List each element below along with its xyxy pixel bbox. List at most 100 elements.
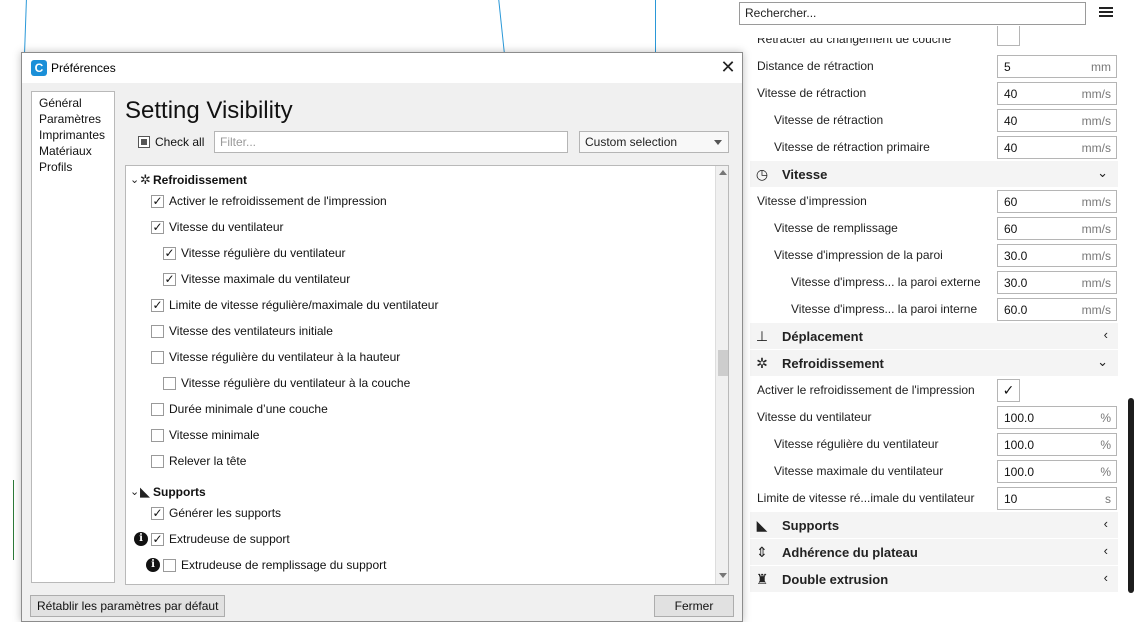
panel-scrollbar[interactable] — [1128, 398, 1134, 593]
setting-field[interactable]: 100.0% — [997, 460, 1117, 483]
setting-label: Vitesse d'impress... la paroi externe — [791, 275, 981, 289]
list-item[interactable]: Vitesse des ventilateurs initiale — [126, 319, 714, 345]
visibility-checkbox[interactable]: ✓ — [151, 221, 164, 234]
setting-label: Vitesse de rétraction primaire — [774, 140, 930, 154]
dialog-titlebar[interactable]: C Préférences ✕ — [22, 53, 742, 83]
field-value: 60 — [1004, 222, 1018, 236]
visibility-checkbox[interactable] — [163, 559, 176, 572]
list-item-label: Générer les supports — [169, 506, 282, 520]
setting-row: Vitesse de rétraction 40 mm/s — [738, 80, 1118, 107]
checkbox-box — [138, 136, 150, 148]
visibility-checkbox[interactable]: ✓ — [151, 507, 164, 520]
list-item[interactable]: ✓ Limite de vitesse régulière/maximale d… — [126, 293, 714, 319]
info-icon[interactable]: i — [146, 558, 160, 572]
close-icon[interactable]: ✕ — [718, 57, 738, 77]
setting-checkbox[interactable] — [997, 26, 1020, 46]
setting-row: Vitesse maximale du ventilateur 100.0% — [738, 458, 1118, 485]
setting-label: Vitesse maximale du ventilateur — [774, 464, 944, 478]
field-unit: % — [1100, 411, 1111, 425]
list-item[interactable]: Vitesse régulière du ventilateur à la co… — [126, 371, 714, 397]
visibility-checkbox[interactable] — [151, 455, 164, 468]
nav-item-materiaux[interactable]: Matériaux — [39, 143, 114, 159]
visibility-checkbox[interactable] — [151, 351, 164, 364]
dialog-title: Préférences — [51, 61, 116, 75]
page-title: Setting Visibility — [125, 97, 293, 124]
field-unit: mm/s — [1081, 303, 1111, 317]
list-item[interactable]: ✓ Vitesse du ventilateur — [126, 215, 714, 241]
viewport-line — [24, 0, 27, 52]
visibility-checkbox[interactable] — [163, 377, 176, 390]
visibility-checkbox[interactable] — [151, 429, 164, 442]
category-title: Adhérence du plateau — [782, 545, 918, 560]
list-item-label: Vitesse régulière du ventilateur — [181, 246, 346, 260]
list-item-label: Vitesse régulière du ventilateur à la co… — [181, 376, 411, 390]
reset-defaults-button[interactable]: Rétablir les paramètres par défaut — [30, 595, 226, 617]
setting-field[interactable]: 40 mm/s — [997, 82, 1117, 105]
menu-icon[interactable] — [1099, 5, 1113, 19]
category-supports[interactable]: ◣ Supports ‹ — [750, 512, 1118, 538]
settings-search-input[interactable]: Rechercher... — [739, 2, 1086, 25]
setting-field[interactable]: 100.0% — [997, 406, 1117, 429]
setting-label: Vitesse d’impression — [757, 194, 867, 208]
setting-row: Vitesse d'impress... la paroi interne 60… — [738, 296, 1118, 323]
visibility-checkbox[interactable]: ✓ — [163, 247, 176, 260]
cura-logo-icon: C — [31, 60, 47, 76]
field-value: 100.0 — [1004, 438, 1035, 452]
field-value: 100.0 — [1004, 411, 1035, 425]
visibility-preset-select[interactable]: Custom selection — [579, 131, 729, 153]
list-item-label: Limite de vitesse régulière/maximale du … — [169, 298, 439, 312]
list-item[interactable]: Durée minimale d’une couche — [126, 397, 714, 423]
list-item[interactable]: i ✓ Extrudeuse de support — [126, 527, 714, 553]
visibility-checkbox[interactable]: ✓ — [151, 533, 164, 546]
setting-label: Vitesse régulière du ventilateur — [774, 437, 939, 451]
field-value: 10 — [1004, 492, 1018, 506]
settings-panel: Rechercher... Rétracter au changement de… — [738, 0, 1138, 611]
list-item[interactable]: ✓ Vitesse maximale du ventilateur — [126, 267, 714, 293]
close-button[interactable]: Fermer — [654, 595, 734, 617]
setting-field[interactable]: 30.0 mm/s — [997, 271, 1117, 294]
category-vitesse[interactable]: ◷ Vitesse ⌄ — [750, 161, 1118, 187]
scroll-down-icon[interactable] — [719, 573, 727, 578]
visibility-checkbox[interactable]: ✓ — [163, 273, 176, 286]
category-double-extrusion[interactable]: ♜ Double extrusion ‹ — [750, 566, 1118, 592]
nav-item-profils[interactable]: Profils — [39, 159, 114, 175]
list-item[interactable]: i Extrudeuse de remplissage du support — [126, 553, 714, 579]
field-unit: mm — [1091, 60, 1111, 74]
scroll-thumb[interactable] — [718, 350, 728, 376]
setting-field[interactable]: 40 mm/s — [997, 109, 1117, 132]
visibility-checkbox[interactable] — [151, 325, 164, 338]
field-unit: % — [1100, 465, 1111, 479]
setting-field[interactable]: 5 mm — [997, 55, 1117, 78]
visibility-checkbox[interactable] — [151, 403, 164, 416]
setting-label: Vitesse de remplissage — [774, 221, 898, 235]
setting-field[interactable]: 60.0 mm/s — [997, 298, 1117, 321]
setting-field[interactable]: 60 mm/s — [997, 217, 1117, 240]
setting-field[interactable]: 40 mm/s — [997, 136, 1117, 159]
list-scrollbar[interactable] — [715, 166, 728, 584]
nav-item-imprimantes[interactable]: Imprimantes — [39, 127, 114, 143]
visibility-checkbox[interactable]: ✓ — [151, 195, 164, 208]
list-item[interactable]: ✓ Vitesse régulière du ventilateur — [126, 241, 714, 267]
category-deplacement[interactable]: ⊥ Déplacement ‹ — [750, 323, 1118, 349]
info-icon[interactable]: i — [134, 532, 148, 546]
setting-field[interactable]: 100.0% — [997, 433, 1117, 456]
list-item-label: Vitesse minimale — [169, 428, 260, 442]
visibility-checkbox[interactable]: ✓ — [151, 299, 164, 312]
list-item[interactable]: Vitesse minimale — [126, 423, 714, 449]
category-refroidissement[interactable]: ✲ Refroidissement ⌄ — [750, 350, 1118, 376]
field-value: 60 — [1004, 195, 1018, 209]
filter-input[interactable]: Filter... — [214, 131, 568, 153]
setting-field[interactable]: 30.0 mm/s — [997, 244, 1117, 267]
setting-field[interactable]: 10 s — [997, 487, 1117, 510]
category-adherence[interactable]: ⇕ Adhérence du plateau ‹ — [750, 539, 1118, 565]
setting-checkbox[interactable]: ✓ — [997, 379, 1020, 402]
list-item[interactable]: ✓ Activer le refroidissement de l'impres… — [126, 189, 714, 215]
scroll-up-icon[interactable] — [719, 170, 727, 175]
setting-field[interactable]: 60 mm/s — [997, 190, 1117, 213]
nav-item-parametres[interactable]: Paramètres — [39, 111, 114, 127]
list-item[interactable]: Relever la tête — [126, 449, 714, 475]
list-item[interactable]: Vitesse régulière du ventilateur à la ha… — [126, 345, 714, 371]
list-item[interactable]: ✓ Générer les supports — [126, 501, 714, 527]
chevron-down-icon: ⌄ — [130, 486, 140, 498]
nav-item-general[interactable]: Général — [39, 95, 114, 111]
